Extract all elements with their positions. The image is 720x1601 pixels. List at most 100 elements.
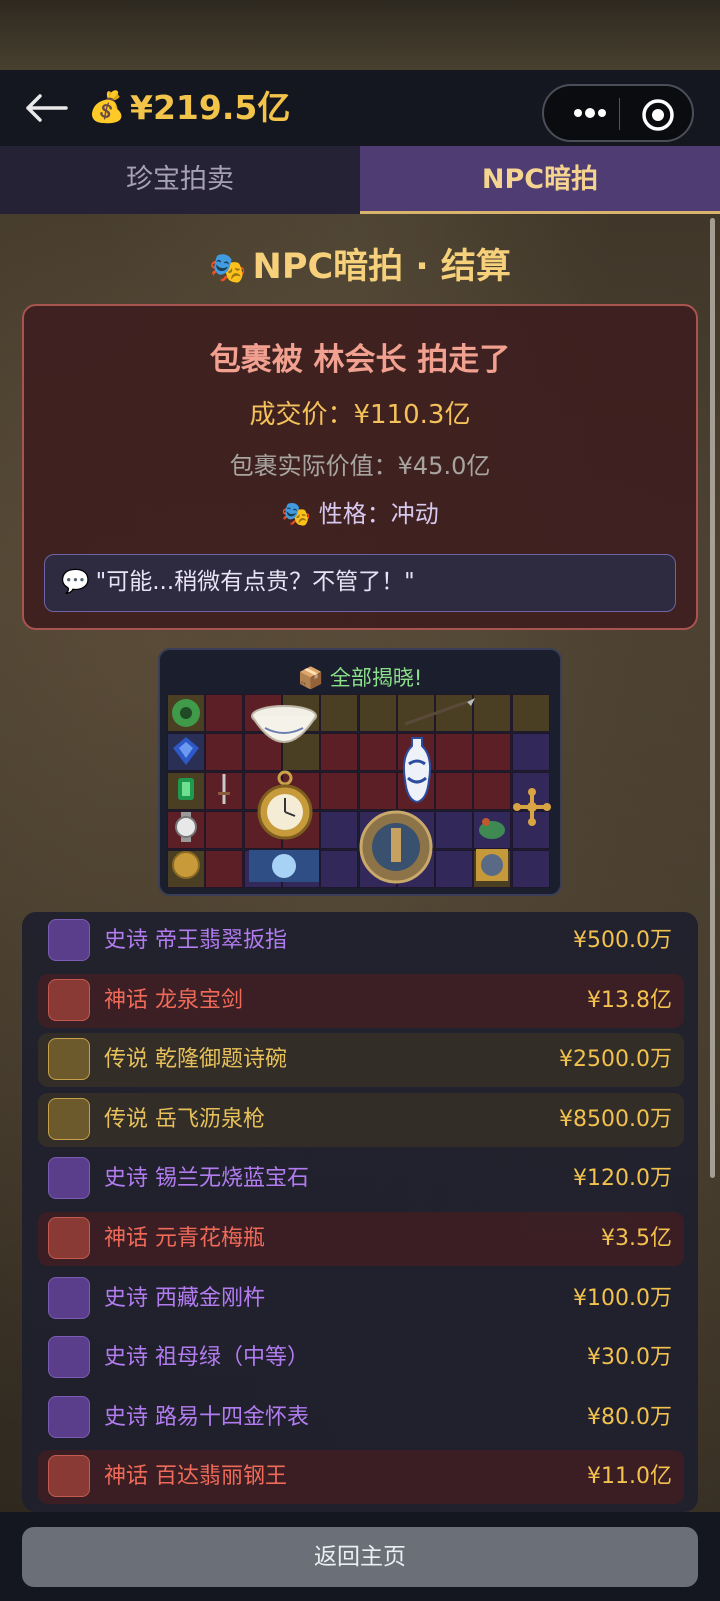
item-quality: 神话 [104, 1464, 149, 1490]
item-quality: 史诗 [104, 1166, 149, 1192]
jade-frog-icon [479, 818, 505, 839]
item-row: 传说 岳飞沥泉枪 ¥8500.0万 [38, 1092, 684, 1147]
item-price: ¥100.0万 [573, 1285, 672, 1311]
speech-bubble-icon: 💬 [61, 569, 90, 595]
grid-cell [320, 733, 359, 771]
item-price: ¥2500.0万 [559, 1047, 672, 1073]
personality-text: 性格：冲动 [318, 500, 439, 528]
settlement-card: 包裹被 林会长 拍走了 成交价：¥110.3亿 包裹实际价值：¥45.0亿 🎭 … [22, 304, 698, 630]
item-name: 史诗 西藏金刚杵 [104, 1272, 265, 1326]
sapphire-icon [48, 1157, 90, 1200]
item-quality: 神话 [104, 987, 149, 1013]
grid-cell [320, 811, 359, 849]
sword-icon [218, 774, 230, 804]
npc-quote: 💬 "可能...稍微有点贵？不管了！" [44, 554, 676, 612]
npc-quote-text: "可能...稍微有点贵？不管了！" [95, 569, 415, 595]
item-quality: 传说 [104, 1047, 149, 1073]
item-quality: 史诗 [104, 1285, 149, 1311]
grid-cell [435, 850, 474, 888]
grid-cell [435, 733, 474, 771]
item-row: 史诗 锡兰无烧蓝宝石 ¥120.0万 [38, 1152, 684, 1206]
item-row: 史诗 帝王翡翠扳指 ¥500.0万 [38, 914, 684, 968]
emerald-icon [48, 1336, 90, 1379]
item-name: 史诗 锡兰无烧蓝宝石 [104, 1152, 309, 1206]
balance-amount: ¥219.5亿 [130, 88, 291, 127]
item-row: 神话 元青花梅瓶 ¥3.5亿 [38, 1212, 684, 1266]
close-target-icon[interactable] [640, 97, 676, 133]
grid-cell [358, 733, 397, 771]
gold-coin-icon [172, 851, 200, 879]
tab-bar: 珍宝拍卖 NPC暗拍 [0, 146, 720, 214]
top-backdrop [0, 0, 720, 70]
item-name: 神话 龙泉宝剑 [104, 974, 243, 1028]
item-row: 神话 百达翡丽钢王 ¥11.0亿 [38, 1450, 684, 1505]
winner-headline: 包裹被 林会长 拍走了 [209, 342, 511, 378]
more-options-icon[interactable] [570, 97, 610, 129]
tab-npc-blind-auction[interactable]: NPC暗拍 [360, 146, 720, 214]
item-price: ¥30.0万 [587, 1345, 672, 1371]
item-price: ¥8500.0万 [559, 1106, 672, 1132]
footer-bar: 返回主页 [0, 1512, 720, 1601]
personality-line: 🎭 性格：冲动 [24, 494, 696, 529]
item-title: 祖母绿（中等） [155, 1345, 310, 1371]
item-title: 龙泉宝剑 [155, 987, 244, 1013]
item-row: 史诗 西藏金刚杵 ¥100.0万 [38, 1272, 684, 1326]
item-title: 岳飞沥泉枪 [155, 1106, 266, 1132]
spear-icon [404, 698, 475, 726]
sword-icon [48, 978, 90, 1021]
item-title: 元青花梅瓶 [155, 1226, 266, 1251]
vase-icon [48, 1217, 90, 1259]
grid-cell [473, 772, 512, 810]
vajra-icon [513, 788, 551, 826]
item-title: 路易十四金怀表 [155, 1404, 310, 1430]
sapphire-icon [173, 737, 199, 765]
item-price: ¥3.5亿 [601, 1226, 672, 1251]
grid-cell [358, 694, 397, 732]
porcelain-bowl-icon [251, 705, 317, 743]
grid-cell [205, 733, 244, 771]
reveal-panel: 📦 全部揭晓! [158, 648, 562, 896]
grid-cell [320, 772, 359, 810]
deal-price: 成交价：¥110.3亿 [249, 400, 471, 430]
item-price: ¥120.0万 [573, 1166, 672, 1192]
grid-cell [320, 694, 359, 732]
tab-treasure-auction[interactable]: 珍宝拍卖 [0, 146, 360, 214]
grid-cell [358, 772, 397, 810]
return-home-button[interactable]: 返回主页 [22, 1527, 698, 1587]
item-name: 传说 乾隆御题诗碗 [104, 1033, 287, 1087]
grid-cell [205, 811, 244, 849]
item-price: ¥11.0亿 [587, 1464, 672, 1490]
money-bag-icon: 💰 [88, 90, 126, 125]
pocket-watch-icon [257, 770, 313, 840]
item-title: 百达翡丽钢王 [155, 1464, 288, 1490]
item-name: 史诗 帝王翡翠扳指 [104, 914, 287, 968]
wristwatch-icon [48, 1455, 90, 1498]
item-row: 神话 龙泉宝剑 ¥13.8亿 [38, 973, 684, 1028]
grid-cell [511, 694, 550, 732]
item-price: ¥13.8亿 [587, 987, 672, 1013]
capsule-divider [619, 98, 620, 130]
item-row: 史诗 祖母绿（中等） ¥30.0万 [38, 1331, 684, 1385]
item-price: ¥500.0万 [573, 928, 672, 953]
actual-value: 包裹实际价值：¥45.0亿 [229, 452, 491, 480]
item-price: ¥80.0万 [587, 1404, 672, 1430]
scrollbar[interactable] [710, 218, 715, 1178]
grid-cell [205, 850, 244, 888]
item-name: 传说 岳飞沥泉枪 [104, 1093, 265, 1147]
item-quality: 史诗 [104, 1404, 149, 1430]
grid-cell [511, 850, 550, 888]
jade-ring-icon [172, 699, 200, 727]
spear-icon [48, 1097, 90, 1140]
back-arrow-icon[interactable] [22, 90, 70, 126]
item-title: 锡兰无烧蓝宝石 [155, 1166, 310, 1192]
emerald-icon [178, 778, 194, 800]
page-title-text: NPC暗拍 · 结算 [252, 247, 511, 287]
wristwatch-icon [175, 812, 197, 842]
item-title: 帝王翡翠扳指 [155, 928, 288, 953]
grid-cell [205, 694, 244, 732]
vase-icon [402, 737, 432, 804]
item-name: 神话 百达翡丽钢王 [104, 1450, 287, 1504]
grid-cell [473, 733, 512, 771]
item-name: 史诗 路易十四金怀表 [104, 1391, 309, 1445]
jade-ring-icon [48, 919, 90, 961]
